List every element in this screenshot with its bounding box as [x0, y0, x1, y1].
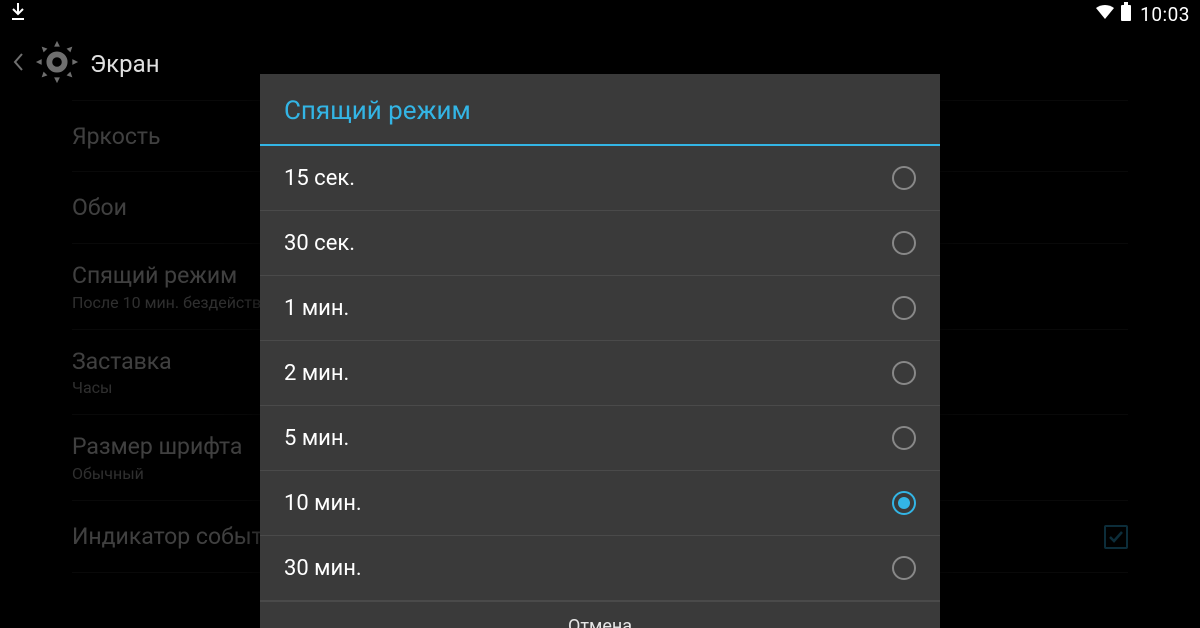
setting-label: Заставка [72, 348, 172, 376]
option-2m[interactable]: 2 мин. [260, 341, 940, 406]
option-5m[interactable]: 5 мин. [260, 406, 940, 471]
option-label: 15 сек. [284, 166, 355, 191]
page-title: Экран [90, 50, 160, 78]
radio-icon[interactable] [892, 166, 916, 190]
option-10m[interactable]: 10 мин. [260, 471, 940, 536]
gear-icon [34, 39, 80, 89]
setting-sub: Часы [72, 378, 172, 397]
setting-label: Размер шрифта [72, 433, 242, 461]
option-label: 5 мин. [284, 426, 349, 451]
wifi-icon [1094, 3, 1116, 26]
option-label: 1 мин. [284, 296, 349, 321]
radio-selected-icon[interactable] [892, 491, 916, 515]
option-30s[interactable]: 30 сек. [260, 211, 940, 276]
sleep-dialog: Спящий режим 15 сек. 30 сек. 1 мин. 2 ми… [260, 74, 940, 628]
option-15s[interactable]: 15 сек. [260, 146, 940, 211]
option-1m[interactable]: 1 мин. [260, 276, 940, 341]
radio-icon[interactable] [892, 231, 916, 255]
download-icon [10, 3, 26, 26]
status-left [10, 3, 26, 26]
checkbox-checked-icon[interactable] [1104, 525, 1128, 549]
radio-icon[interactable] [892, 296, 916, 320]
setting-label: Яркость [72, 123, 160, 151]
setting-label: Обои [72, 194, 127, 222]
setting-sub: После 10 мин. бездействия [72, 293, 279, 312]
status-time: 10:03 [1140, 3, 1190, 26]
battery-icon [1120, 2, 1132, 27]
back-icon[interactable] [12, 52, 24, 76]
dialog-title: Спящий режим [260, 74, 940, 144]
radio-icon[interactable] [892, 556, 916, 580]
status-right: 10:03 [1094, 2, 1190, 27]
option-30m[interactable]: 30 мин. [260, 536, 940, 601]
cancel-button[interactable]: Отмена [260, 601, 940, 628]
option-label: 10 мин. [284, 491, 362, 516]
radio-icon[interactable] [892, 361, 916, 385]
status-bar: 10:03 [0, 0, 1200, 28]
setting-sub: Обычный [72, 464, 242, 483]
cancel-label: Отмена [568, 616, 632, 628]
option-label: 30 мин. [284, 556, 362, 581]
setting-label: Индикатор событий [72, 523, 289, 551]
setting-label: Спящий режим [72, 262, 279, 290]
option-label: 2 мин. [284, 361, 349, 386]
radio-icon[interactable] [892, 426, 916, 450]
dialog-options: 15 сек. 30 сек. 1 мин. 2 мин. 5 мин. 10 … [260, 146, 940, 601]
option-label: 30 сек. [284, 231, 355, 256]
